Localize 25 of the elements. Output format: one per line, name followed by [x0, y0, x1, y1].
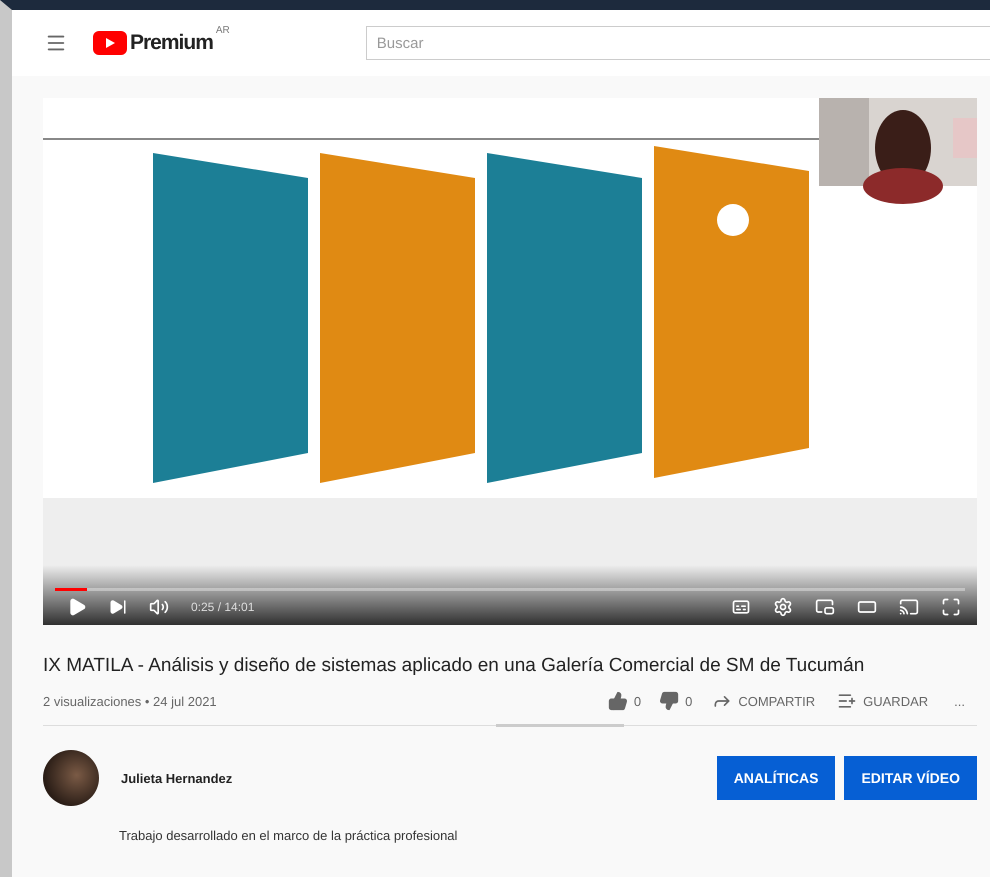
- volume-icon[interactable]: [149, 597, 169, 617]
- cast-icon[interactable]: [899, 597, 919, 617]
- video-title: IX MATILA - Análisis y diseño de sistemas aplicado en una Galería Comercial de SM de Tucumán: [43, 655, 866, 677]
- miniplayer-icon[interactable]: [815, 597, 835, 617]
- region-label: AR: [216, 25, 230, 36]
- dislike-button[interactable]: 0: [659, 691, 692, 711]
- more-button[interactable]: ...: [954, 694, 965, 708]
- next-icon[interactable]: [109, 598, 127, 616]
- save-button[interactable]: GUARDAR: [837, 691, 928, 711]
- video-description: Trabajo desarrollado en el marco de la práctica profesional: [119, 828, 458, 843]
- channel-name[interactable]: Julieta Hernandez: [121, 770, 232, 786]
- fullscreen-icon[interactable]: [941, 597, 961, 617]
- settings-icon[interactable]: [773, 597, 793, 617]
- share-button[interactable]: COMPARTIR: [712, 691, 816, 711]
- edit-video-button[interactable]: EDITAR VÍDEO: [844, 756, 977, 800]
- play-logo-icon: [93, 31, 127, 55]
- view-count: 2 visualizaciones • 24 jul 2021: [43, 694, 217, 708]
- video-player[interactable]: 0:25 / 14:01: [43, 98, 977, 625]
- thumbs-up-icon: [608, 691, 628, 711]
- like-button[interactable]: 0: [608, 691, 642, 711]
- search-field[interactable]: Buscar: [366, 26, 990, 60]
- logo-text: Premium: [130, 31, 213, 55]
- analytics-button[interactable]: ANALÍTICAS: [716, 756, 836, 800]
- thumbs-down-icon: [659, 691, 680, 711]
- time-display: 0:25 / 14:01: [191, 600, 254, 614]
